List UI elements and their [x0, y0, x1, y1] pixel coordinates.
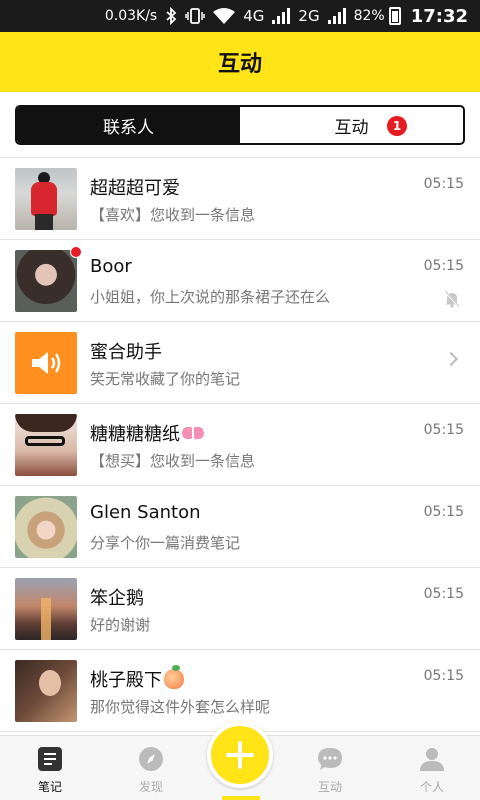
- avatar[interactable]: [15, 168, 77, 230]
- conversation-row[interactable]: Boor 小姐姐，你上次说的那条裙子还在么 05:15: [0, 240, 480, 322]
- tab-contacts[interactable]: 联系人: [17, 107, 240, 143]
- chevron-right-icon: [443, 351, 459, 367]
- nav-interactions[interactable]: 互动: [300, 746, 360, 795]
- message-time: 05:15: [423, 422, 464, 438]
- tab-label: 联系人: [103, 117, 154, 138]
- conversation-row[interactable]: 桃子殿下 那你觉得这件外套怎么样呢 05:15: [0, 650, 480, 732]
- contact-name: 桃子殿下: [90, 665, 184, 692]
- avatar[interactable]: [15, 414, 77, 476]
- nav-profile[interactable]: 个人: [402, 746, 462, 795]
- contact-name: Glen Santon: [90, 502, 201, 523]
- status-bar: 0.03K/s 4G 2G 82% 17:32: [0, 0, 480, 32]
- tab-label: 互动: [334, 117, 369, 138]
- nav-label: 发现: [138, 780, 163, 794]
- contact-name: 糖糖糖糖纸: [90, 420, 204, 446]
- active-indicator: [222, 796, 260, 800]
- ribbon-icon: [182, 425, 204, 441]
- nav-notes[interactable]: 笔记: [20, 746, 80, 795]
- avatar[interactable]: [15, 496, 77, 558]
- message-preview: 【想买】您收到一条信息: [90, 452, 256, 470]
- message-preview: 笑无常收藏了你的笔记: [90, 370, 241, 388]
- unread-badge: 1: [387, 116, 407, 136]
- message-preview: 好的谢谢: [90, 616, 151, 634]
- message-preview: 【喜欢】您收到一条信息: [90, 206, 256, 224]
- network-speed: 0.03K/s: [104, 8, 158, 24]
- mute-bell-icon: [444, 290, 460, 308]
- contact-name: 蜜合助手: [90, 342, 162, 363]
- speaker-icon[interactable]: [15, 332, 77, 394]
- nav-label: 互动: [317, 780, 342, 794]
- chat-bubble-icon: [317, 746, 343, 772]
- segmented-tabs: 联系人 互动 1: [15, 105, 465, 145]
- contact-name: Boor: [90, 256, 132, 277]
- clock: 17:32: [410, 5, 468, 27]
- message-preview: 小姐姐，你上次说的那条裙子还在么: [90, 288, 331, 306]
- message-time: 05:15: [423, 258, 464, 274]
- battery-percent: 82%: [353, 8, 385, 24]
- contact-name: 笨企鹅: [90, 588, 144, 609]
- avatar[interactable]: [15, 660, 77, 722]
- nav-label: 个人: [419, 780, 444, 794]
- bluetooth-icon: [165, 7, 177, 25]
- message-time: 05:15: [423, 668, 464, 684]
- conversation-row[interactable]: Glen Santon 分享个你一篇消费笔记 05:15: [0, 486, 480, 568]
- network-type-2: 2G: [298, 7, 320, 25]
- message-preview: 分享个你一篇消费笔记: [90, 534, 241, 552]
- unread-dot: [70, 246, 82, 258]
- notes-icon: [37, 746, 63, 772]
- conversation-row[interactable]: 蜜合助手 笑无常收藏了你的笔记: [0, 322, 480, 404]
- conversation-row[interactable]: 糖糖糖糖纸 【想买】您收到一条信息 05:15: [0, 404, 480, 486]
- avatar[interactable]: [15, 250, 77, 312]
- wifi-icon: [213, 8, 236, 24]
- avatar[interactable]: [15, 578, 77, 640]
- add-button[interactable]: [207, 722, 273, 788]
- vibrate-icon: [185, 8, 205, 24]
- tab-interactions[interactable]: 互动 1: [240, 107, 463, 143]
- peach-icon: [164, 665, 184, 689]
- plus-icon: [226, 741, 254, 769]
- compass-icon: [138, 746, 164, 772]
- message-time: 05:15: [423, 586, 464, 602]
- conversation-list[interactable]: 超超超可爱 【喜欢】您收到一条信息 05:15 Boor 小姐姐，你上次说的那条…: [0, 158, 480, 735]
- page-title: 互动: [217, 52, 262, 77]
- message-preview: 那你觉得这件外套怎么样呢: [90, 698, 271, 716]
- network-type-1: 4G: [243, 7, 265, 25]
- contact-name: 超超超可爱: [90, 178, 180, 199]
- signal-icon: [272, 8, 291, 24]
- signal-icon-2: [327, 8, 346, 24]
- nav-discover[interactable]: 发现: [121, 746, 181, 795]
- conversation-row[interactable]: 超超超可爱 【喜欢】您收到一条信息 05:15: [0, 158, 480, 240]
- app-header: 互动: [0, 32, 480, 92]
- person-icon: [419, 746, 445, 772]
- nav-label: 笔记: [37, 780, 62, 794]
- battery-icon: [388, 7, 401, 25]
- message-time: 05:15: [423, 176, 464, 192]
- conversation-row[interactable]: 笨企鹅 好的谢谢 05:15: [0, 568, 480, 650]
- message-time: 05:15: [423, 504, 464, 520]
